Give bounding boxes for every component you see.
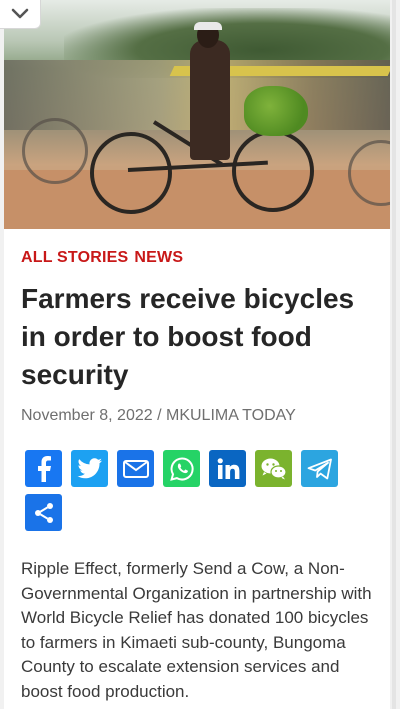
page-scrollbar[interactable] bbox=[392, 0, 396, 709]
bananas-shape bbox=[244, 86, 308, 136]
article-categories: ALL STORIES NEWS bbox=[21, 249, 189, 267]
article-date: November 8, 2022 bbox=[21, 407, 153, 424]
bicycle-front-wheel bbox=[90, 132, 172, 214]
category-link-news[interactable]: NEWS bbox=[134, 249, 183, 266]
facebook-icon bbox=[37, 455, 51, 482]
twitter-share-button[interactable] bbox=[71, 450, 108, 487]
email-share-button[interactable] bbox=[117, 450, 154, 487]
article-hero-image[interactable] bbox=[4, 0, 390, 229]
article-meta: November 8, 2022 / MKULIMA TODAY bbox=[21, 407, 296, 425]
bicycle-rear-wheel bbox=[232, 130, 314, 212]
share-icon bbox=[34, 502, 53, 523]
article-title: Farmers receive bicycles in order to boo… bbox=[21, 283, 355, 390]
twitter-icon bbox=[77, 457, 102, 478]
article-author-link[interactable]: MKULIMA TODAY bbox=[166, 407, 296, 424]
collapse-toggle-button[interactable] bbox=[0, 0, 41, 29]
meta-separator: / bbox=[157, 407, 162, 424]
chevron-down-icon bbox=[11, 8, 29, 19]
share-bar bbox=[25, 450, 365, 538]
facebook-share-button[interactable] bbox=[25, 450, 62, 487]
linkedin-share-button[interactable] bbox=[209, 450, 246, 487]
telegram-icon bbox=[307, 458, 332, 479]
article-body-paragraph: Ripple Effect, formerly Send a Cow, a No… bbox=[21, 559, 372, 701]
background-wheel bbox=[22, 118, 88, 184]
more-share-button[interactable] bbox=[25, 494, 62, 531]
rider-shape bbox=[190, 40, 230, 160]
whatsapp-share-button[interactable] bbox=[163, 450, 200, 487]
email-icon bbox=[122, 459, 149, 478]
telegram-share-button[interactable] bbox=[301, 450, 338, 487]
linkedin-icon bbox=[217, 457, 239, 479]
whatsapp-icon bbox=[169, 456, 194, 481]
wechat-icon bbox=[261, 458, 287, 479]
wechat-share-button[interactable] bbox=[255, 450, 292, 487]
category-link-all-stories[interactable]: ALL STORIES bbox=[21, 249, 128, 266]
rider-cap-shape bbox=[194, 22, 222, 30]
